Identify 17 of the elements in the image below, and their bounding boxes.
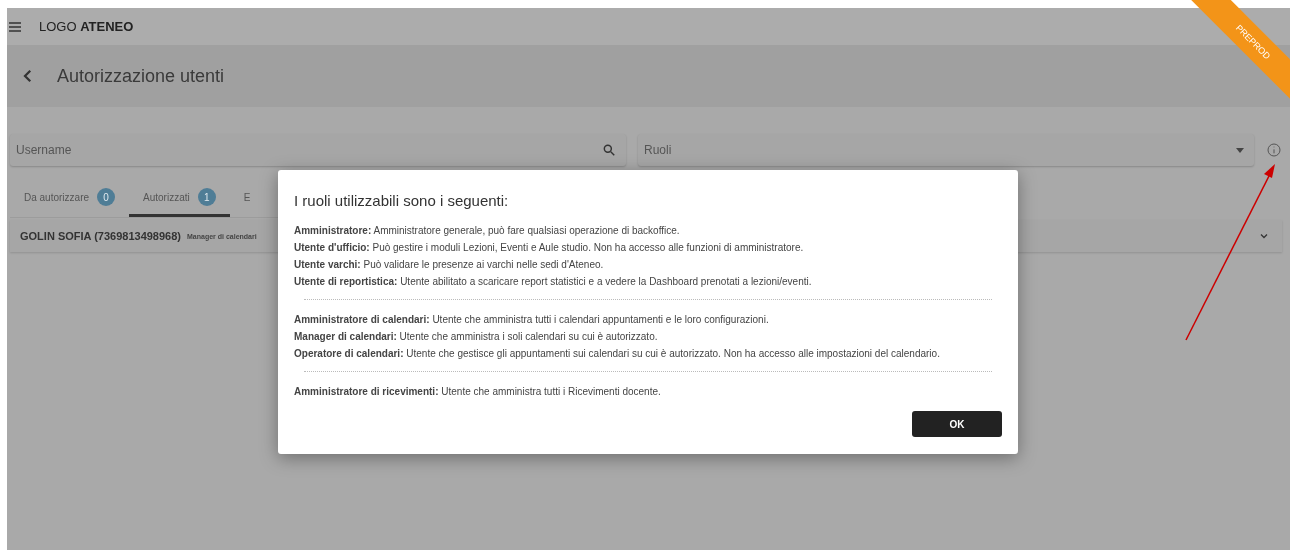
tab-label: Autorizzati (143, 191, 190, 203)
role-description: Utente varchi: Può validare le presenze ai varchi nelle sedi d'Ateneo. (294, 259, 605, 270)
role-description: Utente di reportistica: Utente abilitato a scaricare report statistici e a vedere la Dashboard prenotati a lezioni/eventi. (294, 276, 813, 287)
tab-label: E (243, 191, 251, 203)
role-description: Amministratore di calendari: Utente che amministra tutti i calendari appuntamenti e le loro configurazioni. (294, 314, 770, 325)
dialog-title: I ruoli utilizzabili sono i seguenti: (294, 192, 510, 209)
role-description: Amministratore di ricevimenti: Utente che amministra tutti i Ricevimenti docente. (294, 386, 662, 397)
role-description: Manager di calendari: Utente che amministra i soli calendari su cui è autorizzato. (294, 331, 659, 342)
count-badge: 1 (197, 188, 216, 206)
page-title: Autorizzazione utenti (57, 65, 225, 87)
role-description: Amministratore: Amministratore generale, può fare qualsiasi operazione di backoffice. (294, 225, 681, 236)
role-description: Utente d'ufficio: Può gestire i moduli Lezioni, Eventi e Aule studio. Non ha accesso alle funzioni di amministratore. (294, 242, 805, 253)
tab-label: Da autorizzare (24, 191, 90, 203)
user-name: GOLIN SOFIA (7369813498968) (20, 230, 181, 242)
logo-text: LOGO ATENEO (39, 19, 134, 34)
count-badge: 0 (97, 188, 116, 206)
role-description: Operatore di calendari: Utente che gestisce gli appuntamenti sui calendari su cui è autorizzato. Non ha accesso alle impostazioni del calendario. (294, 348, 941, 359)
